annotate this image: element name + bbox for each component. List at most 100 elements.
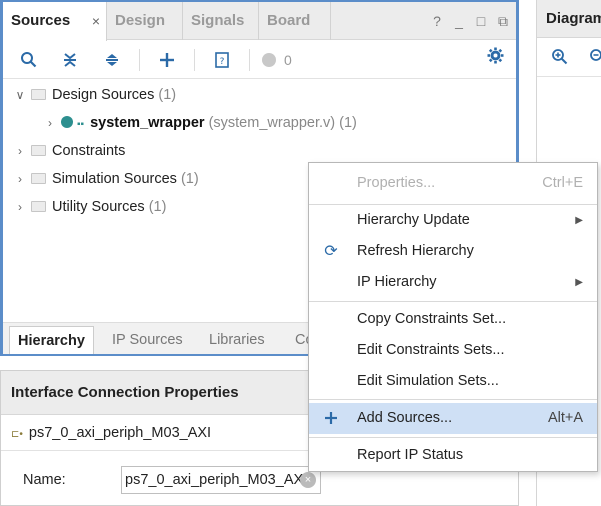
menu-separator <box>309 301 597 302</box>
submenu-arrow-icon: ▶ <box>575 215 583 226</box>
name-field-value: ps7_0_axi_periph_M03_AXI <box>125 472 308 488</box>
menu-item-label: Refresh Hierarchy <box>357 243 474 259</box>
tab-design[interactable]: Design <box>107 2 183 40</box>
menu-item-copy-constraints-set[interactable]: Copy Constraints Set... <box>309 304 597 335</box>
tree-item-simulation-sources[interactable]: › Simulation Sources (1) <box>13 166 199 192</box>
tab-design-label: Design <box>115 12 166 29</box>
tree-item-utility-sources[interactable]: › Utility Sources (1) <box>13 194 166 220</box>
zoom-in-icon <box>552 49 568 65</box>
menu-item-ip-hierarchy[interactable]: IP Hierarchy ▶ <box>309 267 597 298</box>
tab-ip-sources[interactable]: IP Sources <box>104 326 191 354</box>
window-controls: ? _ □ ⧉ <box>430 2 510 40</box>
menu-item-label: Copy Constraints Set... <box>357 311 507 327</box>
name-label: Name: <box>23 472 66 488</box>
submenu-arrow-icon: ▶ <box>575 277 583 288</box>
search-button[interactable] <box>13 47 43 73</box>
tab-diagram[interactable]: Diagram <box>546 0 601 38</box>
menu-item-label: IP Hierarchy <box>357 274 437 290</box>
status-count: 0 <box>284 51 292 68</box>
minimize-icon[interactable]: _ <box>452 13 466 29</box>
zoom-in-button[interactable] <box>551 48 568 70</box>
menu-item-edit-constraints-sets[interactable]: Edit Constraints Sets... <box>309 335 597 366</box>
tab-hierarchy[interactable]: Hierarchy <box>9 326 94 354</box>
zoom-out-icon <box>590 49 601 61</box>
tab-signals[interactable]: Signals <box>183 2 259 40</box>
search-icon <box>20 52 36 68</box>
tree-item-system-wrapper[interactable]: › ▪▪ system_wrapper (system_wrapper.v) (1) <box>43 110 357 136</box>
menu-item-shortcut: Alt+A <box>547 410 583 426</box>
sources-toolbar: ? 0 <box>3 41 516 79</box>
menu-item-label: Add Sources... <box>357 410 453 426</box>
menu-item-edit-simulation-sets[interactable]: Edit Simulation Sets... <box>309 366 597 397</box>
document-question-icon: ? <box>215 51 229 68</box>
toolbar-separator <box>139 48 140 71</box>
maximize-icon[interactable]: □ <box>474 13 488 29</box>
chevron-down-icon[interactable]: ∨ <box>13 82 27 108</box>
tree-item-constraints[interactable]: › Constraints <box>13 138 125 164</box>
tab-board[interactable]: Board <box>259 2 331 40</box>
folder-icon <box>31 89 46 100</box>
tab-signals-label: Signals <box>191 12 245 29</box>
tab-board-label: Board <box>267 12 311 29</box>
menu-item-label: Properties... <box>357 175 436 191</box>
svg-text:?: ? <box>220 57 225 67</box>
menu-item-properties[interactable]: Properties... Ctrl+E <box>309 168 597 199</box>
tab-libraries[interactable]: Libraries <box>201 326 273 354</box>
status-dot-icon <box>262 52 276 67</box>
tree-item-file: (system_wrapper.v) <box>208 115 336 131</box>
chevron-right-icon[interactable]: › <box>13 194 27 220</box>
diagram-tabbar: Diagram <box>537 0 601 38</box>
name-field[interactable]: ps7_0_axi_periph_M03_AXI × <box>121 466 321 494</box>
refresh-icon: ⟳ <box>324 243 338 260</box>
settings-button[interactable] <box>487 47 504 69</box>
clear-icon[interactable]: × <box>300 472 316 488</box>
folder-icon <box>31 145 46 156</box>
menu-item-hierarchy-update[interactable]: Hierarchy Update ▶ <box>309 205 597 236</box>
menu-item-label: Edit Simulation Sets... <box>357 373 499 389</box>
gear-icon <box>487 47 504 64</box>
sources-tabbar: Sources × Design Signals Board ? _ □ ⧉ <box>3 2 516 41</box>
tree-item-count: (1) <box>148 199 167 215</box>
tree-item-label: Design Sources <box>52 87 155 103</box>
chevron-right-icon[interactable]: › <box>43 110 57 136</box>
collapse-all-button[interactable] <box>55 47 85 73</box>
toolbar-separator <box>249 48 250 71</box>
menu-item-label: Edit Constraints Sets... <box>357 342 505 358</box>
tree-item-label: Utility Sources <box>52 199 145 215</box>
toolbar-separator <box>194 48 195 71</box>
tab-sources-label: Sources <box>11 12 71 29</box>
unknown-doc-button[interactable]: ? <box>207 47 237 73</box>
zoom-out-button[interactable] <box>589 48 601 70</box>
menu-item-shortcut: Ctrl+E <box>542 175 583 191</box>
add-button[interactable] <box>152 47 182 73</box>
menu-item-label: Report IP Status <box>357 447 464 463</box>
chevron-right-icon[interactable]: › <box>13 166 27 192</box>
menu-item-refresh-hierarchy[interactable]: ⟳ Refresh Hierarchy <box>309 236 597 267</box>
plus-icon <box>160 52 174 67</box>
folder-icon <box>31 173 46 184</box>
menu-item-label: Hierarchy Update <box>357 212 470 228</box>
tree-item-label: Simulation Sources <box>52 171 177 187</box>
menu-item-report-ip-status[interactable]: Report IP Status <box>309 440 597 471</box>
help-icon[interactable]: ? <box>430 13 444 29</box>
tree-item-design-sources[interactable]: ∨ Design Sources (1) <box>13 82 177 108</box>
module-icon <box>61 116 73 128</box>
plus-icon <box>321 403 341 434</box>
menu-separator <box>309 399 597 400</box>
float-icon[interactable]: ⧉ <box>496 13 510 30</box>
tree-item-count: (1) <box>339 115 357 131</box>
tab-sources[interactable]: Sources × <box>3 2 107 41</box>
folder-icon <box>31 201 46 212</box>
close-icon[interactable]: × <box>92 2 100 40</box>
expand-all-button[interactable] <box>97 47 127 73</box>
collapse-all-icon <box>64 52 76 67</box>
tree-item-label: system_wrapper <box>90 115 205 131</box>
tree-item-count: (1) <box>180 171 199 187</box>
properties-object-name: ps7_0_axi_periph_M03_AXI <box>28 425 212 441</box>
menu-separator <box>309 437 597 438</box>
chevron-right-icon[interactable]: › <box>13 138 27 164</box>
menu-item-add-sources[interactable]: Add Sources... Alt+A <box>309 403 597 434</box>
diagram-toolbar <box>537 39 601 77</box>
hierarchy-icon: ▪▪ <box>77 119 85 130</box>
interface-icon: ⊏• <box>11 429 23 440</box>
